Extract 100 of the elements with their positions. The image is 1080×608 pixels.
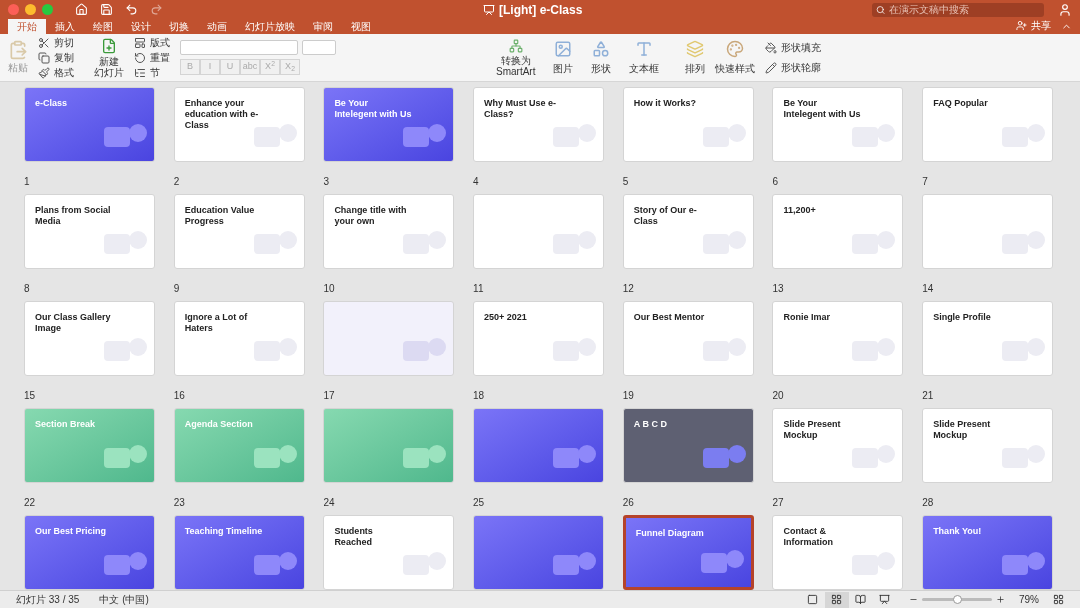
share-button[interactable]: 共享 xyxy=(1016,18,1051,33)
slide-thumbnail[interactable]: Slide Present Mockup xyxy=(922,408,1054,483)
slide-thumbnail[interactable]: How it Works? xyxy=(622,87,754,162)
slide-thumbnail[interactable]: Single Profile xyxy=(922,301,1054,376)
zoom-thumb[interactable] xyxy=(953,595,962,604)
slide-thumbnail[interactable]: Education Value Progress xyxy=(173,194,305,269)
slide-title: Ronie Imar xyxy=(783,312,831,323)
slide-number: 9 xyxy=(173,283,181,295)
normal-view-icon xyxy=(807,594,819,605)
slide-sorter-button[interactable] xyxy=(825,591,849,608)
arrange-button[interactable]: 排列 xyxy=(685,39,706,76)
ribbon-tab[interactable]: 视图 xyxy=(342,19,380,34)
slide-number: 20 xyxy=(772,390,785,402)
text-box-button[interactable]: 文本框 xyxy=(629,39,660,76)
slide-thumbnail[interactable]: Ronie Imar xyxy=(772,301,904,376)
picture-button[interactable]: 图片 xyxy=(553,39,574,76)
slide-thumbnail[interactable]: Our Best Mentor xyxy=(622,301,754,376)
section-button[interactable]: 节 xyxy=(134,65,170,80)
ribbon-tab[interactable]: 插入 xyxy=(46,19,84,34)
reading-view-icon xyxy=(855,594,867,605)
slide-thumbnail[interactable]: Why Must Use e-Class? xyxy=(473,87,605,162)
slide-thumbnail[interactable] xyxy=(323,408,455,483)
undo-icon[interactable] xyxy=(125,3,138,16)
ribbon-tab[interactable]: 切换 xyxy=(160,19,198,34)
slide-thumbnail[interactable]: Funnel Diagram xyxy=(622,515,754,590)
slide-thumbnail[interactable]: Story of Our e-Class xyxy=(622,194,754,269)
slide-thumbnail[interactable]: Be Your Intelegent with Us xyxy=(323,87,455,162)
account-icon[interactable] xyxy=(1058,2,1072,17)
slide-title: Slide Present Mockup xyxy=(933,419,992,441)
slideshow-icon xyxy=(879,594,891,605)
ribbon-tab[interactable]: 绘图 xyxy=(84,19,122,34)
new-slide-button[interactable]: 新建 幻灯片 xyxy=(94,37,124,78)
slide-number: 12 xyxy=(622,283,635,295)
document-icon xyxy=(483,3,495,16)
slide-thumbnail[interactable]: Change title with your own xyxy=(323,194,455,269)
slide-thumbnail[interactable]: Ignore a Lot of Haters xyxy=(173,301,305,376)
slide-thumbnail[interactable] xyxy=(473,194,605,269)
slide-title: Be Your Intelegent with Us xyxy=(334,98,413,120)
slide-thumbnail[interactable]: FAQ Popular xyxy=(922,87,1054,162)
slide-title: 250+ 2021 xyxy=(484,312,528,323)
slide-thumbnail[interactable]: Slide Present Mockup xyxy=(772,408,904,483)
slide-thumbnail[interactable]: Contact & Information xyxy=(772,515,904,590)
slide-thumbnail[interactable]: Our Best Pricing xyxy=(24,515,155,590)
slide-title: 11,200+ xyxy=(783,205,817,216)
format-painter-button[interactable]: 格式 xyxy=(38,65,74,80)
layout-icon xyxy=(134,36,146,49)
slide-number: 11 xyxy=(473,283,485,295)
slide-thumbnail[interactable]: Teaching Timeline xyxy=(173,515,305,590)
shape-fill-button[interactable]: 形状填充 xyxy=(765,40,822,55)
cut-button[interactable]: 剪切 xyxy=(38,35,74,50)
home-icon[interactable] xyxy=(75,3,88,16)
smartart-icon xyxy=(508,38,523,53)
slide-thumbnail[interactable]: Our Class Gallery Image xyxy=(24,301,155,376)
shapes-button[interactable]: 形状 xyxy=(591,39,612,76)
slide-title: Change title with your own xyxy=(334,205,408,227)
slide-thumbnail[interactable] xyxy=(473,408,605,483)
layout-button[interactable]: 版式 xyxy=(134,35,170,50)
zoom-percentage: 79% xyxy=(1019,593,1039,607)
quick-styles-button[interactable]: 快速样式 xyxy=(715,39,756,76)
zoom-button[interactable] xyxy=(42,4,53,15)
smartart-button[interactable]: 转换为 SmartArt xyxy=(496,38,536,77)
zoom-in-icon[interactable] xyxy=(996,595,1005,604)
slide-thumbnail[interactable]: A B C D xyxy=(622,408,754,483)
fit-window-icon[interactable] xyxy=(1053,594,1064,605)
ribbon-tab[interactable]: 幻灯片放映 xyxy=(236,19,304,34)
slide-thumbnail[interactable] xyxy=(922,194,1054,269)
reset-button[interactable]: 重置 xyxy=(134,50,170,65)
font-name-field[interactable] xyxy=(180,40,298,55)
ribbon-tab[interactable]: 开始 xyxy=(8,19,46,34)
format-painter-icon xyxy=(38,66,50,79)
slide-thumbnail[interactable]: 250+ 2021 xyxy=(473,301,605,376)
window-title: [Light] e-Class xyxy=(499,1,583,19)
slide-thumbnail[interactable] xyxy=(323,301,455,376)
slide-title: Funnel Diagram xyxy=(635,528,705,539)
shape-outline-button[interactable]: 形状轮廓 xyxy=(765,60,822,75)
ribbon-tab[interactable]: 动画 xyxy=(198,19,236,34)
ribbon-tab[interactable]: 设计 xyxy=(122,19,160,34)
slide-thumbnail[interactable] xyxy=(473,515,605,590)
copy-button[interactable]: 复制 xyxy=(38,50,74,65)
zoom-slider[interactable] xyxy=(922,598,992,601)
slide-thumbnail[interactable]: Thank You! xyxy=(922,515,1054,590)
search-field[interactable]: 在演示文稿中搜索 xyxy=(872,2,1044,17)
slide-number: 6 xyxy=(772,176,779,188)
slide-number: 27 xyxy=(772,497,785,509)
slide-thumbnail[interactable]: Plans from Social Media xyxy=(24,194,155,269)
ribbon-tab[interactable]: 审阅 xyxy=(304,19,342,34)
slide-thumbnail[interactable]: e-Class xyxy=(24,87,155,162)
font-size-field[interactable] xyxy=(302,40,336,55)
slide-thumbnail[interactable]: Students Reached xyxy=(323,515,455,590)
cut-icon xyxy=(38,36,50,49)
slide-number: 7 xyxy=(922,176,929,188)
slide-number: 19 xyxy=(622,390,635,402)
slide-number: 18 xyxy=(473,390,486,402)
slide-thumbnail[interactable]: Enhance your education with e-Class xyxy=(173,87,305,162)
slide-thumbnail[interactable]: 11,200+ xyxy=(772,194,904,269)
minimize-button[interactable] xyxy=(25,4,36,15)
save-icon[interactable] xyxy=(100,3,113,16)
slide-title: Our Best Mentor xyxy=(633,312,706,323)
language-status: 中文 (中国) xyxy=(99,593,149,607)
slide-thumbnail[interactable]: Be Your Intelegent with Us xyxy=(772,87,904,162)
